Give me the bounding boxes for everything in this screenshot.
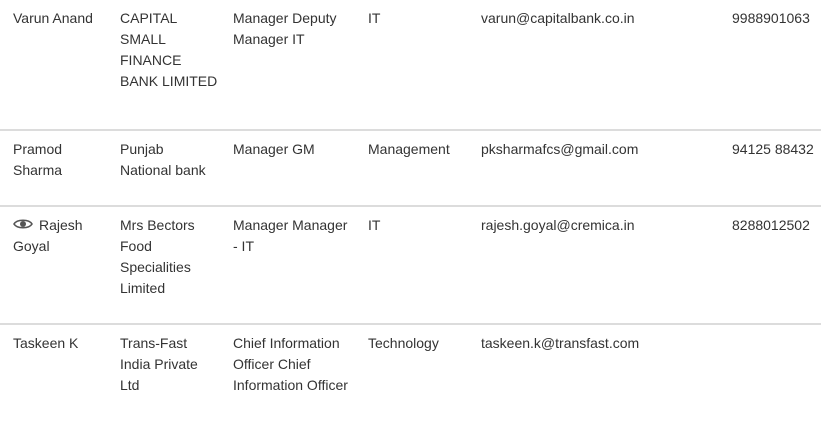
email: pksharmafcs@gmail.com <box>481 141 639 157</box>
email: taskeen.k@transfast.com <box>481 335 640 351</box>
department: IT <box>368 217 381 233</box>
job-title: Chief Information Officer Chief Informat… <box>233 335 348 393</box>
table-row[interactable]: Varun Anand CAPITAL SMALL FINANCE BANK L… <box>0 0 821 131</box>
email: varun@capitalbank.co.in <box>481 10 635 26</box>
company-name: CAPITAL SMALL FINANCE BANK LIMITED <box>120 10 218 89</box>
phone: 9988901063 <box>732 10 810 26</box>
phone: 94125 88432 <box>732 141 814 157</box>
company-name: Trans-Fast India Private Ltd <box>120 335 198 393</box>
department: IT <box>368 10 381 26</box>
eye-icon[interactable] <box>13 216 33 230</box>
contact-name: Pramod Sharma <box>13 141 63 178</box>
table-row[interactable]: Pramod Sharma Punjab National bank Manag… <box>0 131 821 207</box>
job-title: Manager Manager - IT <box>233 217 348 254</box>
table-row[interactable]: Taskeen K Trans-Fast India Private Ltd C… <box>0 325 821 435</box>
email: rajesh.goyal@cremica.in <box>481 217 635 233</box>
company-name: Mrs Bectors Food Specialities Limited <box>120 217 195 296</box>
company-name: Punjab National bank <box>120 141 206 178</box>
contact-name-cell: Rajesh Goyal <box>13 215 103 257</box>
contact-name: Varun Anand <box>13 10 93 26</box>
contacts-table: Varun Anand CAPITAL SMALL FINANCE BANK L… <box>0 0 821 435</box>
job-title: Manager GM <box>233 141 315 157</box>
department: Technology <box>368 335 439 351</box>
department: Management <box>368 141 450 157</box>
contact-name: Taskeen K <box>13 335 79 351</box>
job-title: Manager Deputy Manager IT <box>233 10 337 47</box>
table-row[interactable]: Rajesh Goyal Mrs Bectors Food Specialiti… <box>0 207 821 325</box>
phone: 8288012502 <box>732 217 810 233</box>
